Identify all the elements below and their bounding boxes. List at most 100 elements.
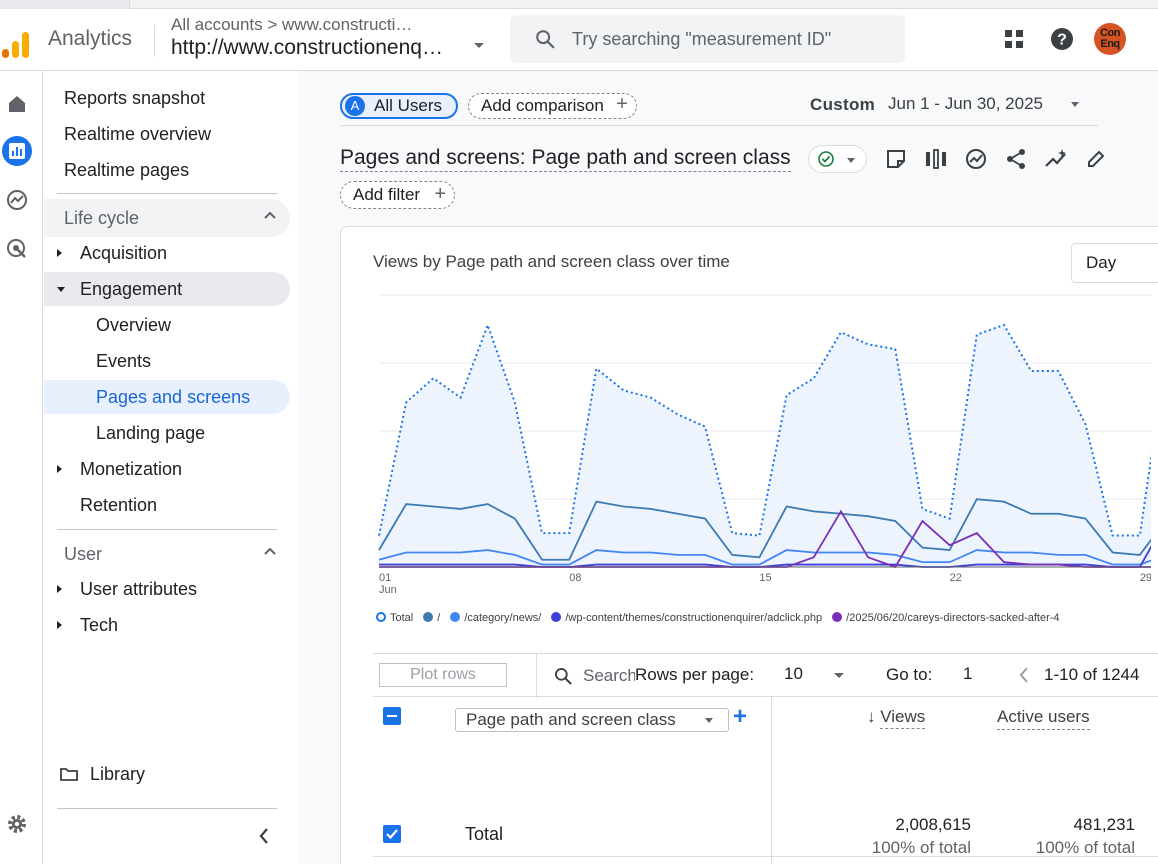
user-section-header[interactable]: User	[44, 535, 290, 573]
browser-tab[interactable]	[0, 0, 130, 9]
account-avatar[interactable]: Con Enq	[1094, 23, 1126, 55]
insights-icon[interactable]	[963, 146, 989, 172]
nav-user-attributes[interactable]: User attributes	[44, 572, 290, 606]
collapse-arrow-icon	[57, 287, 65, 292]
table-toolbar: Plot rows Rows per page: 10 Go to: 1 1-1…	[373, 653, 1158, 698]
chart-legend: Total / /category/news/ /wp-content/themes/…	[376, 612, 1070, 628]
help-icon[interactable]: ?	[1049, 26, 1075, 52]
expand-arrow-icon	[57, 249, 62, 257]
dimension-select[interactable]: Page path and screen class	[455, 708, 729, 732]
explore-icon[interactable]	[2, 185, 32, 215]
rows-per-page-select[interactable]: 10	[784, 664, 803, 684]
check-circle-icon	[818, 151, 834, 167]
advertising-icon[interactable]	[2, 234, 32, 264]
nav-divider	[57, 193, 277, 194]
nav-user-attributes-label: User attributes	[80, 579, 198, 599]
analytics-logo-icon[interactable]	[2, 31, 32, 61]
legend-marker-icon	[832, 612, 843, 622]
goto-page-input[interactable]: 1	[963, 664, 972, 684]
select-all-checkbox[interactable]	[383, 707, 401, 725]
search-icon	[555, 668, 572, 685]
nav-pages-and-screens[interactable]: Pages and screens	[44, 380, 290, 414]
lifecycle-section-header[interactable]: Life cycle	[44, 199, 290, 237]
date-mode-label: Custom	[810, 95, 876, 114]
x-tick-label: 08	[569, 572, 581, 584]
chart-title: Views by Page path and screen class over…	[373, 252, 730, 271]
nav-monetization-label: Monetization	[80, 459, 183, 479]
status-dropdown-icon	[847, 158, 855, 163]
x-tick-label: 15	[759, 572, 771, 584]
nav-realtime-pages[interactable]: Realtime pages	[64, 160, 189, 181]
column-header-views[interactable]: ↓ Views	[867, 707, 926, 729]
nav-acquisition[interactable]: Acquisition	[44, 236, 290, 270]
property-dropdown-icon[interactable]	[474, 43, 484, 48]
dimension-dropdown-icon[interactable]	[705, 718, 713, 723]
nav-acquisition-label: Acquisition	[80, 243, 168, 263]
edit-icon[interactable]	[1083, 146, 1109, 172]
search-icon	[536, 30, 555, 49]
plus-icon: +	[616, 93, 628, 115]
sort-arrow-icon: ↓	[867, 707, 876, 726]
column-label-views: Views	[880, 707, 926, 729]
global-search[interactable]	[510, 15, 905, 63]
toolbar-divider	[536, 654, 537, 698]
date-range-picker[interactable]: Jun 1 - Jun 30, 2025	[888, 94, 1043, 114]
chevron-left-icon[interactable]	[257, 826, 271, 846]
nav-monetization[interactable]: Monetization	[44, 452, 290, 486]
notes-icon[interactable]	[883, 146, 909, 172]
legend-item[interactable]: /	[423, 612, 440, 624]
home-icon[interactable]	[2, 89, 32, 119]
nav-retention[interactable]: Retention	[44, 488, 290, 522]
nav-overview[interactable]: Overview	[44, 308, 290, 342]
table-search-input[interactable]	[583, 665, 635, 687]
account-breadcrumb[interactable]: All accounts > www.constructi…	[171, 15, 412, 35]
row-checkbox[interactable]	[383, 825, 401, 843]
chevron-up-icon	[264, 211, 276, 219]
add-dimension-icon[interactable]: +	[733, 703, 747, 731]
segment-chip[interactable]: A All Users	[340, 93, 459, 119]
series-area-total	[379, 325, 1151, 567]
title-divider	[340, 125, 1098, 126]
legend-label: /2025/06/20/careys-directors-sacked-afte…	[846, 612, 1060, 624]
row-divider	[373, 856, 1158, 857]
x-tick-label: 01	[379, 572, 391, 584]
legend-item[interactable]: /wp-content/themes/constructionenquirer/…	[551, 612, 822, 624]
column-header-active-users[interactable]: Active users	[997, 707, 1090, 730]
legend-item[interactable]: /category/news/	[450, 612, 541, 624]
rows-per-page-label: Rows per page:	[635, 665, 755, 684]
add-filter-button[interactable]: Add filter +	[340, 181, 456, 209]
trend-icon[interactable]	[1043, 146, 1069, 172]
nav-reports-snapshot[interactable]: Reports snapshot	[64, 88, 205, 109]
settings-icon[interactable]	[2, 809, 32, 839]
nav-engagement-label: Engagement	[80, 279, 183, 299]
share-icon[interactable]	[1003, 146, 1029, 172]
rows-per-page-dropdown-icon[interactable]	[834, 673, 844, 678]
browser-tab-strip	[0, 0, 1158, 9]
legend-item[interactable]: Total	[376, 612, 413, 624]
nav-realtime-overview[interactable]: Realtime overview	[64, 124, 211, 145]
report-main: A All Users Add comparison + Custom Jun …	[298, 71, 1158, 864]
nav-landing-page[interactable]: Landing page	[44, 416, 290, 450]
legend-item[interactable]: /2025/06/20/careys-directors-sacked-afte…	[832, 612, 1060, 624]
active-users-total-cell: 481,231 100% of total	[985, 815, 1135, 858]
add-comparison-button[interactable]: Add comparison +	[468, 93, 637, 119]
compare-columns-icon[interactable]	[923, 146, 949, 172]
nav-engagement[interactable]: Engagement	[44, 272, 290, 306]
chevron-left-icon[interactable]	[1018, 666, 1030, 684]
nav-tech[interactable]: Tech	[44, 608, 290, 642]
property-selector[interactable]: http://www.constructionenq…	[171, 36, 443, 60]
apps-grid-icon[interactable]	[1001, 26, 1027, 52]
reports-icon[interactable]	[2, 136, 32, 166]
folder-icon	[60, 768, 78, 781]
nav-events[interactable]: Events	[44, 344, 290, 378]
line-chart: 01 08 15 22 29 Jun	[378, 294, 1151, 596]
date-dropdown-icon[interactable]	[1071, 102, 1079, 107]
page-title[interactable]: Pages and screens: Page path and screen …	[340, 146, 791, 172]
plot-rows-button[interactable]: Plot rows	[379, 663, 507, 687]
search-input[interactable]	[572, 25, 892, 53]
expand-arrow-icon	[57, 585, 62, 593]
report-status-button[interactable]	[808, 145, 867, 173]
header-divider	[154, 25, 155, 57]
checkmark-icon	[386, 829, 398, 840]
svg-text:?: ?	[1057, 32, 1067, 49]
